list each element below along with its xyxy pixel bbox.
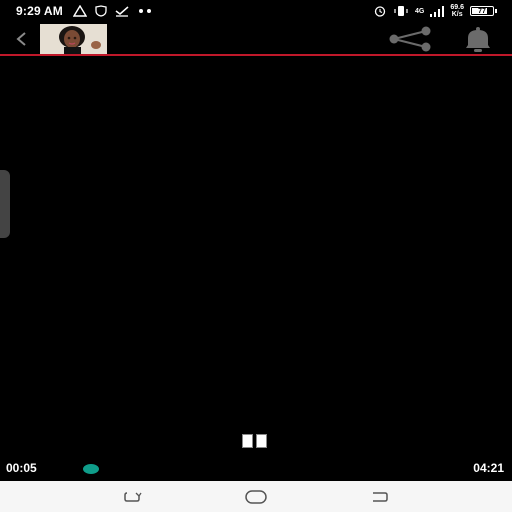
pause-icon-bar-left — [242, 434, 253, 448]
total-time: 04:21 — [473, 461, 504, 475]
vibrate-icon — [394, 6, 408, 16]
video-player[interactable] — [0, 56, 512, 480]
speed-unit: K/s — [451, 11, 463, 18]
speed-value: 69.6 — [450, 4, 464, 11]
status-right: 4G 69.6 K/s 77 — [373, 4, 497, 18]
home-button[interactable] — [244, 487, 268, 507]
top-toolbar — [0, 22, 512, 55]
battery-level: 77 — [478, 7, 486, 15]
status-time: 9:29 AM — [16, 4, 63, 18]
signal-icon — [430, 5, 445, 17]
notification-button[interactable] — [458, 26, 498, 54]
system-nav-bar — [0, 481, 512, 512]
seek-thumb[interactable] — [83, 464, 99, 474]
recent-apps-icon — [124, 492, 142, 502]
share-button[interactable] — [386, 26, 434, 52]
home-icon — [245, 490, 267, 504]
person-photo — [40, 24, 107, 55]
bell-icon — [466, 27, 490, 52]
recent-apps-button[interactable] — [120, 487, 144, 507]
network-speed: 69.6 K/s — [450, 4, 464, 18]
check-icon — [115, 6, 129, 17]
back-nav-icon — [373, 492, 388, 502]
share-icon — [389, 26, 431, 52]
alarm-icon — [374, 6, 386, 17]
back-chevron-icon — [16, 32, 26, 46]
warning-icon — [72, 5, 87, 17]
pause-icon-bar-right — [256, 434, 267, 448]
back-button[interactable] — [10, 27, 32, 51]
more-dots-icon — [138, 9, 151, 13]
pause-button[interactable] — [242, 434, 270, 450]
side-drawer-handle[interactable] — [0, 170, 10, 238]
channel-thumbnail[interactable] — [40, 24, 107, 55]
status-icons-left — [72, 5, 153, 17]
back-nav-button[interactable] — [368, 487, 392, 507]
status-left: 9:29 AM — [16, 4, 153, 18]
current-time: 00:05 — [6, 461, 37, 475]
shield-icon — [95, 5, 107, 17]
network-type: 4G — [415, 7, 425, 15]
status-bar: 9:29 AM 4G 69.6 K/s 77 — [0, 0, 512, 22]
battery-icon: 77 — [470, 6, 497, 16]
